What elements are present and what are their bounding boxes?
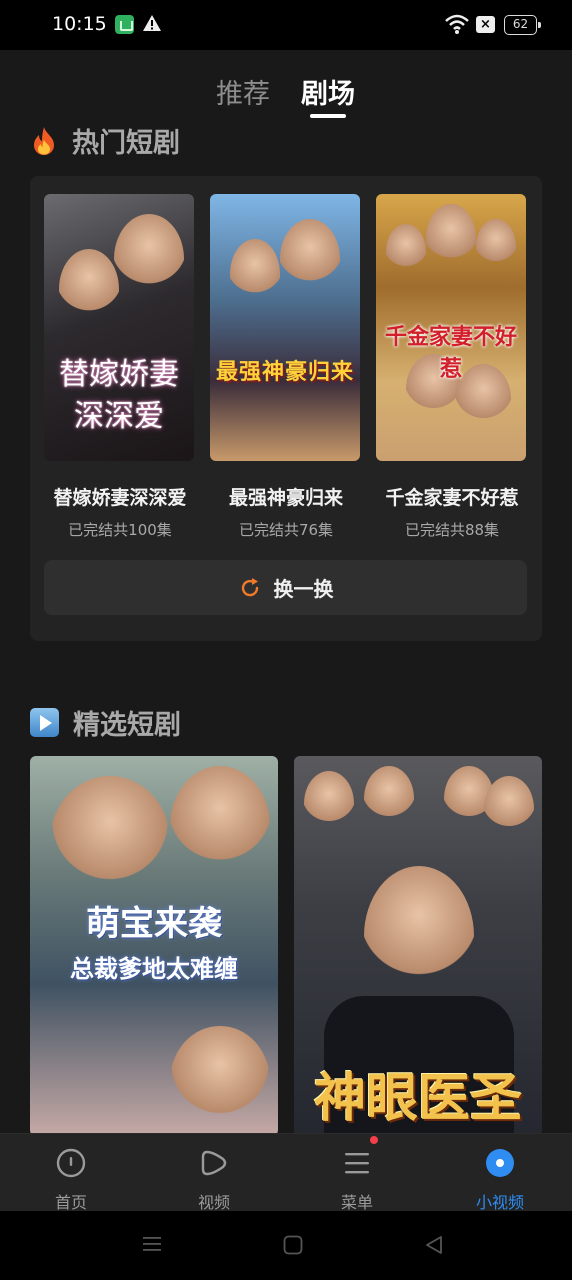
nav-label: 首页 [54, 1193, 87, 1212]
refresh-button[interactable]: 换一换 [44, 560, 527, 615]
app-notification-icon [115, 15, 134, 34]
drama-title[interactable]: 替嫁娇妻深深爱 [44, 483, 196, 510]
back-icon[interactable] [424, 1235, 444, 1255]
poster-title: 千金家妻不好惹 [384, 324, 517, 382]
featured-section-title: 精选短剧 [73, 710, 181, 741]
drama-poster[interactable]: 最强神豪归来 [210, 194, 360, 461]
menu-icon [345, 1153, 369, 1174]
poster-title: 替嫁娇妻 深深爱 [59, 357, 179, 434]
active-tab-indicator [310, 114, 346, 118]
nav-label: 视频 [197, 1193, 230, 1212]
no-sim-icon: × [476, 16, 495, 33]
poster-title: 神眼医圣 [313, 1068, 522, 1129]
play-icon [30, 708, 59, 737]
warning-icon [143, 15, 161, 31]
home-button-icon[interactable] [283, 1235, 303, 1255]
status-time: 10:15 [52, 13, 107, 35]
recent-apps-icon[interactable] [142, 1234, 162, 1254]
system-navigation-bar [0, 1211, 572, 1280]
home-icon [56, 1148, 86, 1178]
drama-card[interactable]: 替嫁娇妻 深深爱 替嫁娇妻深深爱 已完结共100集 [44, 194, 196, 540]
tab-recommend[interactable]: 推荐 [216, 72, 270, 111]
refresh-icon [241, 577, 258, 596]
nav-label: 菜单 [340, 1193, 373, 1212]
drama-episode-info: 已完结共88集 [404, 521, 500, 539]
bottom-navigation: 首页 视频 菜单 小视频 [0, 1133, 572, 1212]
fire-icon [34, 126, 54, 155]
short-video-icon [486, 1149, 514, 1177]
nav-label: 小视频 [475, 1193, 524, 1212]
drama-title[interactable]: 最强神豪归来 [210, 483, 362, 510]
drama-title[interactable]: 千金家妻不好惹 [376, 483, 528, 510]
battery-icon: 62 [504, 15, 541, 35]
drama-poster[interactable]: 替嫁娇妻 深深爱 [44, 194, 194, 461]
featured-drama-poster[interactable]: 神眼医圣 [294, 756, 542, 1136]
nav-item-menu[interactable]: 菜单 [312, 1134, 402, 1212]
hot-section-header: 热门短剧 [30, 121, 180, 160]
hot-dramas-card: 替嫁娇妻 深深爱 替嫁娇妻深深爱 已完结共100集 最强神豪归来 最强神豪归来 … [30, 176, 542, 641]
status-bar: 10:15 × 62 [0, 0, 572, 50]
featured-drama-poster[interactable]: 萌宝来袭 总裁爹地太难缠 [30, 756, 278, 1136]
nav-item-video[interactable]: 视频 [169, 1134, 259, 1212]
notification-dot [370, 1136, 378, 1144]
drama-card[interactable]: 千金家妻不好惹 千金家妻不好惹 已完结共88集 [376, 194, 528, 540]
drama-card[interactable]: 最强神豪归来 最强神豪归来 已完结共76集 [210, 194, 362, 540]
poster-title: 最强神豪归来 [215, 359, 354, 385]
nav-item-short-video[interactable]: 小视频 [455, 1134, 545, 1212]
tab-theater[interactable]: 剧场 [301, 72, 355, 111]
drama-episode-info: 已完结共100集 [68, 521, 172, 539]
top-tabs: 推荐 剧场 [0, 70, 572, 120]
hot-section-title: 热门短剧 [72, 128, 180, 159]
drama-poster[interactable]: 千金家妻不好惹 [376, 194, 526, 461]
featured-section-header: 精选短剧 [30, 703, 181, 742]
poster-title: 萌宝来袭 总裁爹地太难缠 [70, 904, 238, 983]
nav-item-home[interactable]: 首页 [26, 1134, 116, 1212]
drama-episode-info: 已完结共76集 [238, 521, 334, 539]
refresh-label: 换一换 [273, 577, 334, 601]
video-icon [201, 1150, 227, 1176]
wifi-icon [445, 14, 469, 34]
